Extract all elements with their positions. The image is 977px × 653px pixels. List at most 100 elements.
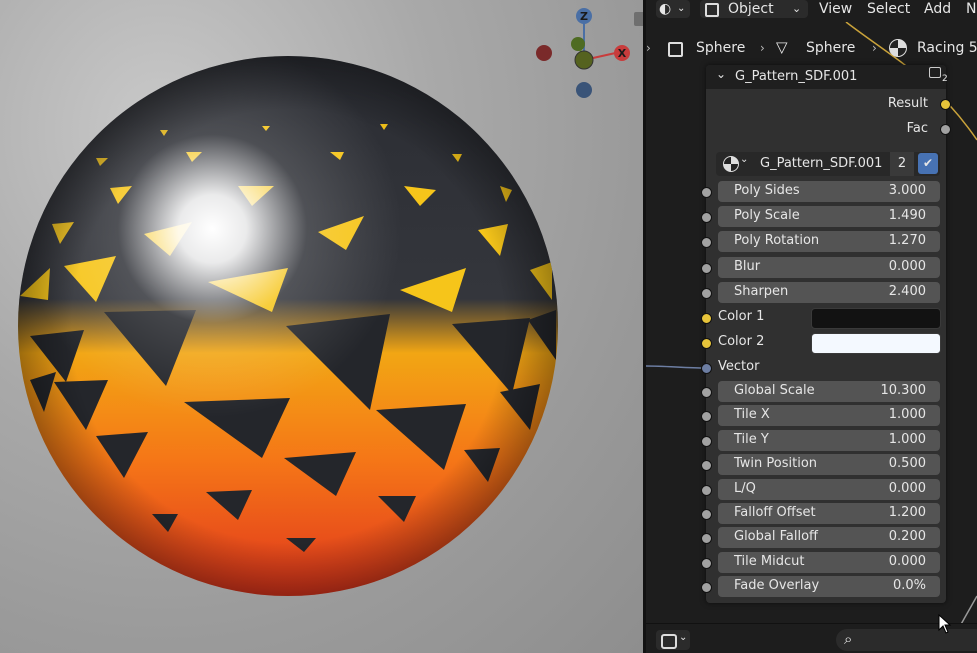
node-header[interactable]: ⌄ G_Pattern_SDF.001 2 [706, 65, 948, 89]
chevron-right-icon: › [872, 41, 877, 55]
field-label: Tile Y [734, 431, 769, 447]
breadcrumb-mesh[interactable]: Sphere [806, 40, 855, 56]
menu-node[interactable]: No [966, 0, 977, 18]
field-value: 0.000 [888, 480, 926, 496]
number-field[interactable]: Global Falloff 0.200 [718, 527, 940, 549]
field-label: Sharpen [734, 283, 789, 299]
color1-socket[interactable] [701, 313, 712, 324]
input-socket[interactable] [701, 435, 712, 447]
input-socket[interactable] [701, 460, 712, 472]
fake-user-shield-icon[interactable]: ✔ [918, 153, 938, 174]
output-result-label: Result [887, 96, 928, 111]
number-field[interactable]: L/Q 0.000 [718, 478, 940, 500]
color2-label: Color 2 [718, 334, 765, 349]
field-label: Poly Rotation [734, 233, 820, 249]
node-group-selector[interactable]: ⌄ G_Pattern_SDF.001 2 ✔ [716, 152, 940, 176]
field-label: Poly Sides [734, 183, 800, 198]
chevron-down-icon: ⌄ [677, 3, 686, 14]
y-axis-dot [571, 37, 585, 51]
input-socket[interactable] [701, 187, 712, 198]
number-field[interactable]: Poly Sides 3.000 [718, 181, 940, 202]
mouse-cursor-icon [938, 614, 952, 634]
output-result-socket[interactable] [940, 99, 951, 110]
field-label: Falloff Offset [734, 505, 816, 520]
neg-y-axis-dot [574, 50, 594, 70]
menu-view[interactable]: View [819, 0, 852, 18]
output-fac-socket[interactable] [940, 124, 951, 135]
node-group-user-count[interactable]: 2 [890, 152, 914, 176]
vector-socket[interactable] [701, 363, 712, 374]
node-tree-icon [723, 156, 739, 172]
breadcrumb-material[interactable]: Racing 5 [917, 40, 977, 56]
input-socket[interactable] [701, 237, 712, 249]
object-mode-dropdown[interactable]: Object ⌄ [700, 0, 808, 18]
number-field[interactable]: Poly Scale 1.490 [718, 206, 940, 228]
field-value: 1.000 [888, 431, 926, 447]
input-socket[interactable] [701, 533, 712, 545]
object-mode-label: Object [728, 1, 774, 17]
group-node[interactable]: ⌄ G_Pattern_SDF.001 2 Result Fac ⌄ G_Pat… [701, 65, 951, 603]
viewport-corner-toggle[interactable] [634, 12, 643, 26]
field-label: Global Falloff [734, 529, 818, 545]
field-label: Blur [734, 258, 761, 274]
color2-socket[interactable] [701, 338, 712, 349]
field-value: 1.270 [888, 233, 926, 249]
neg-z-axis-dot [576, 82, 592, 98]
menu-add[interactable]: Add [924, 0, 951, 18]
field-value: 1.000 [888, 407, 926, 423]
search-field[interactable]: ⌕ [836, 629, 977, 651]
field-label: L/Q [734, 480, 756, 496]
gizmo-x-label: X [618, 47, 627, 60]
color1-label: Color 1 [718, 309, 765, 324]
navigation-gizmo[interactable]: Z X [520, 0, 640, 110]
input-socket[interactable] [701, 287, 712, 299]
field-value: 1.200 [888, 505, 926, 520]
gizmo-z-label: Z [580, 10, 588, 23]
number-field[interactable]: Sharpen 2.400 [718, 281, 940, 303]
object-mode-icon [705, 3, 719, 17]
field-value: 0.500 [888, 456, 926, 472]
input-socket[interactable] [701, 262, 712, 274]
node-users-count: 2 [942, 74, 948, 84]
number-field[interactable]: Twin Position 0.500 [718, 454, 940, 476]
sidebar-toggle-button[interactable]: ⌄ [656, 630, 690, 650]
field-label: Poly Scale [734, 208, 800, 224]
number-field[interactable]: Fade Overlay 0.0% [718, 576, 940, 598]
input-socket[interactable] [701, 484, 712, 496]
node-group-name: G_Pattern_SDF.001 [760, 156, 883, 171]
search-icon: ⌕ [844, 630, 853, 648]
field-value: 2.400 [888, 283, 926, 299]
input-socket[interactable] [701, 387, 712, 398]
field-value: 0.000 [888, 258, 926, 274]
number-field[interactable]: Blur 0.000 [718, 256, 940, 278]
input-socket[interactable] [701, 509, 712, 520]
field-label: Tile X [734, 407, 770, 423]
3d-viewport[interactable]: Z X [0, 0, 643, 653]
number-field[interactable]: Tile X 1.000 [718, 405, 940, 427]
chevron-down-icon: ⌄ [679, 632, 688, 643]
node-group-icon[interactable] [929, 67, 941, 78]
number-field[interactable]: Poly Rotation 1.270 [718, 231, 940, 253]
node-editor-icon: ◐ [659, 1, 672, 17]
color2-swatch[interactable] [811, 333, 941, 354]
field-value: 0.0% [892, 578, 926, 594]
menu-select[interactable]: Select [867, 0, 910, 18]
editor-type-button[interactable]: ◐ ⌄ [656, 0, 690, 18]
output-fac: Fac [706, 119, 951, 139]
shader-node-editor[interactable]: ◐ ⌄ Object ⌄ View Select Add No › Sphere… [646, 0, 977, 653]
field-label: Fade Overlay [734, 578, 820, 594]
breadcrumb-object[interactable]: Sphere [696, 40, 745, 56]
mesh-icon: ▽ [776, 38, 788, 56]
collapse-chevron-icon[interactable]: ⌄ [716, 67, 726, 81]
input-socket[interactable] [701, 557, 712, 569]
input-socket[interactable] [701, 582, 712, 594]
number-field[interactable]: Tile Midcut 0.000 [718, 551, 940, 573]
number-field[interactable]: Tile Y 1.000 [718, 429, 940, 451]
color1-swatch[interactable] [811, 308, 941, 329]
input-socket[interactable] [701, 411, 712, 423]
input-socket[interactable] [701, 212, 712, 224]
chevron-right-icon: › [646, 41, 651, 55]
number-field[interactable]: Global Scale 10.300 [718, 381, 940, 402]
field-value: 0.000 [888, 553, 926, 569]
number-field[interactable]: Falloff Offset 1.200 [718, 503, 940, 524]
